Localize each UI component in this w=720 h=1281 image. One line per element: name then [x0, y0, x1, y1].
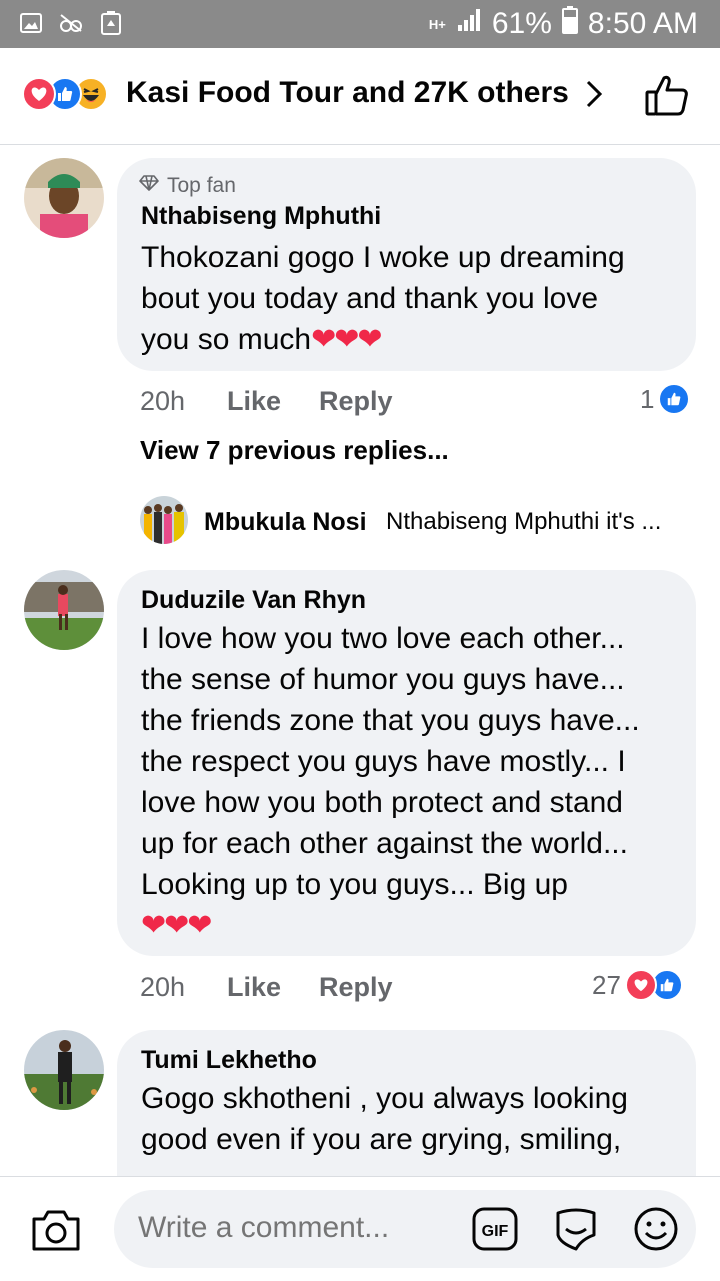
reactions-header[interactable]: Kasi Food Tour and 27K others [0, 48, 720, 145]
like-button[interactable]: Like [227, 972, 281, 1003]
like-button[interactable]: Like [227, 386, 281, 417]
commenter-name[interactable]: Tumi Lekhetho [141, 1046, 317, 1075]
comment-input[interactable] [138, 1211, 458, 1245]
comment-actions: 20h Like Reply [140, 972, 440, 1006]
battery-percent: 61% [491, 7, 552, 40]
comment-time[interactable]: 20h [140, 386, 185, 417]
avatar[interactable] [24, 1030, 104, 1110]
gallery-icon [18, 10, 44, 36]
network-type-icon: H+ [428, 16, 446, 32]
hearts-emoji: ❤❤❤ [311, 323, 382, 356]
signal-icon [456, 7, 482, 41]
comment-input-box[interactable]: GIF [114, 1190, 696, 1268]
reaction-count-number: 1 [640, 383, 655, 414]
avatar[interactable] [140, 496, 188, 544]
diamond-icon [139, 174, 159, 198]
comment-line: you so much [141, 323, 312, 356]
comment-line: the friends zone that you guys have... [141, 704, 640, 737]
svg-text:GIF: GIF [482, 1223, 509, 1240]
comment-line: good even if you are grying, smiling, [141, 1123, 622, 1156]
commenter-name[interactable]: Nthabiseng Mphuthi [141, 202, 381, 231]
reaction-count-number: 27 [592, 969, 621, 1000]
top-fan-badge: Top fan [139, 174, 236, 198]
comment-line: the sense of humor you guys have... [141, 663, 625, 696]
comment-text: Thokozani gogo I woke up dreaming bout y… [141, 237, 625, 360]
reply-button[interactable]: Reply [319, 386, 393, 417]
comment-line: Thokozani gogo I woke up dreaming [141, 241, 625, 274]
reaction-count[interactable]: 27 [592, 969, 683, 1001]
comment-actions: 20h Like Reply [140, 386, 440, 420]
gif-icon[interactable]: GIF [472, 1207, 518, 1251]
camera-icon[interactable] [30, 1207, 82, 1253]
reply-button[interactable]: Reply [319, 972, 393, 1003]
data-saver-icon [58, 10, 84, 36]
badge-label: Top fan [167, 174, 236, 197]
comment-bubble[interactable]: Duduzile Van Rhyn I love how you two lov… [117, 570, 696, 956]
battery-icon [561, 6, 578, 42]
love-icon [22, 77, 56, 111]
sticker-icon[interactable] [552, 1205, 600, 1253]
comment-composer: GIF [0, 1176, 720, 1281]
status-bar: H+ 61% 8:50 AM [0, 0, 720, 48]
comment-text: I love how you two love each other... th… [141, 618, 640, 946]
commenter-name[interactable]: Duduzile Van Rhyn [141, 586, 366, 615]
comment-bubble[interactable]: Top fan Nthabiseng Mphuthi Thokozani gog… [117, 158, 696, 371]
emoji-icon[interactable] [632, 1205, 680, 1253]
hearts-emoji: ❤❤❤ [141, 909, 212, 942]
reply-text: Nthabiseng Mphuthi it's ... [386, 508, 662, 535]
comment-line: I love how you two love each other... [141, 622, 625, 655]
recycle-icon [98, 10, 124, 36]
comment-line: Looking up to you guys... Big up [141, 868, 568, 901]
comment-text: Gogo skhotheni , you always looking good… [141, 1078, 628, 1160]
comment-line: Gogo skhotheni , you always looking [141, 1082, 628, 1115]
comment-line: up for each other against the world... [141, 827, 628, 860]
avatar[interactable] [24, 570, 104, 650]
avatar[interactable] [24, 158, 104, 238]
comment-line: love how you both protect and stand [141, 786, 623, 819]
like-icon [658, 383, 691, 415]
reaction-summary[interactable] [22, 77, 108, 111]
reply-preview[interactable]: Mbukula Nosi Nthabiseng Mphuthi it's ... [140, 496, 700, 546]
comment-line: bout you today and thank you love [141, 282, 599, 315]
comment-time[interactable]: 20h [140, 972, 185, 1003]
thumbs-up-icon[interactable] [642, 70, 692, 120]
love-icon [624, 969, 657, 1001]
view-previous-replies[interactable]: View 7 previous replies... [140, 435, 449, 466]
reactions-title[interactable]: Kasi Food Tour and 27K others [126, 76, 569, 110]
chevron-right-icon[interactable] [580, 74, 610, 114]
comment-line: the respect you guys have mostly... I [141, 745, 626, 778]
reply-author-name[interactable]: Mbukula Nosi [204, 508, 367, 537]
clock: 8:50 AM [587, 7, 698, 40]
reaction-count[interactable]: 1 [640, 383, 691, 415]
